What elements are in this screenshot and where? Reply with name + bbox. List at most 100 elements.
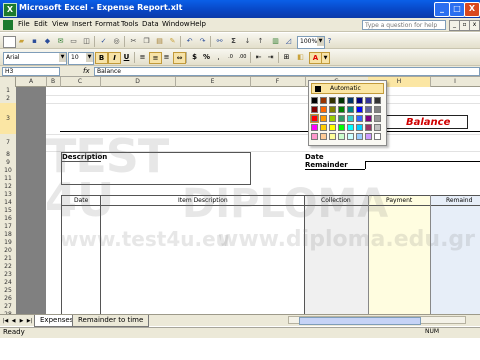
bold-button[interactable]: B [95,52,108,64]
row-header-selected[interactable]: 3 [0,103,17,135]
font-size-select[interactable]: 10 ▼ [68,52,94,65]
color-swatch[interactable] [329,106,336,113]
color-swatch[interactable] [329,97,336,104]
minimize-button[interactable]: _ [434,2,450,17]
column-header[interactable]: E [175,77,251,87]
color-swatch[interactable] [320,106,327,113]
prev-sheet-icon[interactable]: ◀ [10,317,17,325]
color-swatch[interactable] [329,124,336,131]
column-header[interactable]: B [46,77,61,87]
color-swatch[interactable] [347,97,354,104]
open-icon[interactable]: ▰ [16,36,27,46]
column-header[interactable]: F [250,77,306,87]
color-swatch[interactable] [374,133,381,140]
borders-icon[interactable]: ⊞ [281,52,292,62]
undo-icon[interactable]: ↶ [184,36,195,46]
decrease-indent-icon[interactable]: ⇤ [253,52,264,62]
new-icon[interactable] [3,36,16,48]
color-swatch[interactable] [310,114,319,123]
menu-view[interactable]: View [52,20,69,28]
menu-file[interactable]: File [18,20,30,28]
permission-icon[interactable]: ◆ [42,36,53,46]
sort-ascending-icon[interactable]: ↓ [242,36,253,46]
color-swatch[interactable] [329,133,336,140]
automatic-color-option[interactable]: Automatic [311,83,384,94]
paste-icon[interactable]: ▤ [154,36,165,46]
font-name-select[interactable]: Arial ▼ [3,52,67,65]
zoom-select[interactable]: 100% ▼ [297,36,325,49]
percent-button[interactable]: % [201,52,212,62]
color-swatch[interactable] [311,106,318,113]
color-swatch[interactable] [365,97,372,104]
print-preview-icon[interactable]: ◫ [81,36,92,46]
increase-decimal-icon[interactable]: .0 [225,52,236,62]
color-swatch[interactable] [320,133,327,140]
worksheet-grid[interactable]: A B C D E F G H I 1 2 3 7 8 9 10 11 12 1… [0,77,480,314]
workbook-icon[interactable] [3,20,13,30]
color-swatch[interactable] [347,124,354,131]
color-swatch[interactable] [356,115,363,122]
print-icon[interactable]: ▭ [68,36,79,46]
color-swatch[interactable] [338,115,345,122]
color-swatch[interactable] [320,124,327,131]
chart-wizard-icon[interactable]: ▥ [270,36,281,46]
menu-tools[interactable]: Tools [121,20,138,28]
align-right-icon[interactable]: ≡ [161,52,172,62]
column-header[interactable]: C [60,77,101,87]
color-swatch[interactable] [374,97,381,104]
color-swatch[interactable] [320,115,327,122]
color-swatch[interactable] [338,124,345,131]
increase-indent-icon[interactable]: ⇥ [265,52,276,62]
spelling-icon[interactable]: ✓ [98,36,109,46]
first-sheet-icon[interactable]: |◀ [2,317,9,325]
color-swatch[interactable] [311,97,318,104]
color-swatch[interactable] [347,106,354,113]
fill-color-icon[interactable]: ◧ [295,52,306,62]
color-swatch[interactable] [365,124,372,131]
menu-format[interactable]: Format [95,20,120,28]
color-swatch[interactable] [365,133,372,140]
scrollbar-thumb[interactable] [299,317,421,325]
column-header[interactable]: D [100,77,176,87]
name-box[interactable]: H3 [2,67,60,76]
align-left-icon[interactable]: ≡ [137,52,148,62]
next-sheet-icon[interactable]: ▶ [18,317,25,325]
email-icon[interactable]: ✉ [55,36,66,46]
color-swatch[interactable] [338,106,345,113]
help-icon[interactable]: ? [324,36,335,46]
menu-help[interactable]: Help [190,20,206,28]
cut-icon[interactable]: ✂ [128,36,139,46]
insert-function-icon[interactable]: fx [83,67,90,75]
tab-remainder-to-time[interactable]: Remainder to time [72,315,150,327]
column-header[interactable]: A [16,77,47,87]
merge-center-icon[interactable]: ⇔ [173,52,186,64]
format-painter-icon[interactable]: ✎ [167,36,178,46]
remainder-value-cell[interactable] [365,161,480,169]
horizontal-scrollbar[interactable] [288,316,466,325]
color-swatch[interactable] [329,115,336,122]
color-swatch[interactable] [347,115,354,122]
redo-icon[interactable]: ↷ [197,36,208,46]
formula-input[interactable]: Balance [94,67,480,76]
color-swatch[interactable] [374,124,381,131]
research-icon[interactable]: ◎ [111,36,122,46]
color-swatch[interactable] [347,133,354,140]
copy-icon[interactable]: ❐ [141,36,152,46]
select-all-corner[interactable] [0,77,16,87]
maximize-button[interactable]: □ [449,2,465,17]
menu-edit[interactable]: Edit [34,20,48,28]
menu-window[interactable]: Window [162,20,190,28]
menu-insert[interactable]: Insert [72,20,92,28]
comma-style-icon[interactable]: , [213,52,224,62]
help-search-input[interactable]: Type a question for help [362,20,446,30]
hyperlink-icon[interactable]: ⚯ [214,36,225,46]
color-swatch[interactable] [374,115,381,122]
autosum-icon[interactable]: Σ [228,36,239,46]
workbook-close-button[interactable]: x [469,20,480,31]
currency-button[interactable]: $ [189,52,200,62]
color-swatch[interactable] [356,133,363,140]
color-swatch[interactable] [338,97,345,104]
color-swatch[interactable] [311,124,318,131]
color-swatch[interactable] [338,133,345,140]
color-swatch[interactable] [365,115,372,122]
